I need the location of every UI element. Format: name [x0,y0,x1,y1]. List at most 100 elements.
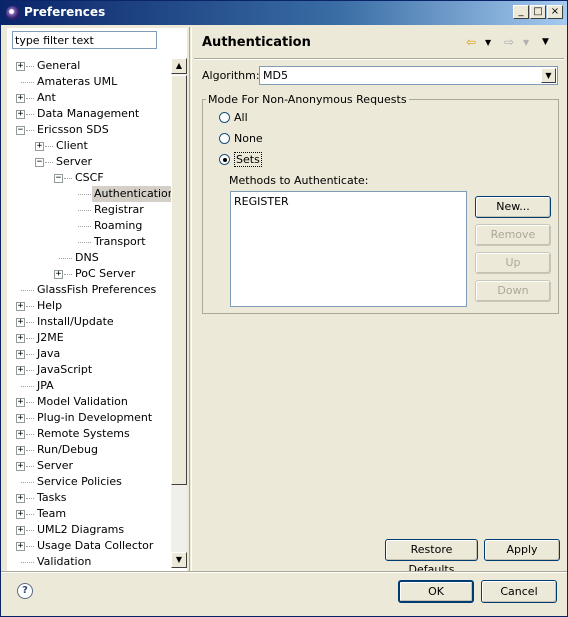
tree-item[interactable]: JPA [7,378,171,394]
radio-button[interactable] [219,112,230,123]
tree-item[interactable]: + PoC Server [7,266,171,282]
tree-item[interactable]: + Plug-in Development [7,410,171,426]
tree-connector [26,98,34,99]
help-icon[interactable]: ? [17,583,33,599]
tree-item-label: Transport [94,235,146,248]
tree-item[interactable]: Authentication [7,186,171,202]
tree-item[interactable]: + Team [7,506,171,522]
up-button[interactable]: Up [475,252,551,274]
tree-connector [26,370,34,371]
expand-icon[interactable]: + [16,62,25,71]
tree-item[interactable]: + Client [7,138,171,154]
expand-icon[interactable]: + [16,94,25,103]
tree-item[interactable]: − CSCF [7,170,171,186]
tree-item[interactable]: DNS [7,250,171,266]
ok-button[interactable]: OK [398,580,474,603]
tree-item-label: Ericsson SDS [37,123,109,136]
expand-icon[interactable]: + [16,510,25,519]
tree-item[interactable]: Roaming [7,218,171,234]
maximize-button[interactable]: □ [530,5,546,19]
tree-item[interactable]: + JavaScript [7,362,171,378]
tree-connector [26,322,34,323]
down-button[interactable]: Down [475,280,551,302]
sash[interactable] [189,27,192,572]
expand-icon[interactable]: + [16,366,25,375]
cancel-button[interactable]: Cancel [481,580,557,603]
tree-item[interactable]: − Server [7,154,171,170]
tree-item[interactable]: Validation [7,554,171,568]
collapse-icon[interactable]: − [54,174,63,183]
tree-item[interactable]: + J2ME [7,330,171,346]
tree-item[interactable]: + Ant [7,90,171,106]
radio-button[interactable] [219,154,230,165]
radio-button[interactable] [219,133,230,144]
remove-button[interactable]: Remove [475,224,551,246]
apply-button[interactable]: Apply [484,539,560,561]
tree-item-label: General [37,59,81,72]
tree-item[interactable]: + Help [7,298,171,314]
expand-icon[interactable]: + [16,526,25,535]
tree-item[interactable]: + Data Management [7,106,171,122]
expand-icon[interactable]: + [35,142,44,151]
expand-icon[interactable]: + [16,302,25,311]
tree-connector [26,514,34,515]
restore-defaults-button[interactable]: Restore Defaults [385,539,478,576]
minimize-button[interactable]: _ [513,5,529,19]
tree-item[interactable]: + Model Validation [7,394,171,410]
expand-icon[interactable]: + [16,494,25,503]
scroll-down-icon[interactable]: ▼ [171,552,187,568]
tree-item[interactable]: − Ericsson SDS [7,122,171,138]
expand-icon[interactable]: + [16,414,25,423]
tree-item[interactable]: Service Policies [7,474,171,490]
new-button[interactable]: New... [475,196,551,218]
view-menu-icon[interactable]: ▼ [542,37,549,47]
close-button[interactable]: × [547,5,563,19]
list-item[interactable]: REGISTER [234,195,289,208]
tree-item-label: JPA [37,379,54,392]
tree-item[interactable]: + General [7,58,171,74]
tree-scrollbar[interactable]: ▲ ▼ [171,58,187,568]
expand-icon[interactable]: + [16,446,25,455]
left-panel: + General Amateras UML + Ant + Data Management… [7,28,187,571]
back-menu-icon[interactable]: ▼ [485,38,491,47]
expand-icon[interactable]: + [16,350,25,359]
tree-item[interactable]: + Install/Update [7,314,171,330]
tree-item[interactable]: + Tasks [7,490,171,506]
forward-icon[interactable]: ⇨ [504,35,514,49]
expand-icon[interactable]: + [16,430,25,439]
collapse-icon[interactable]: − [16,126,25,135]
tree-item[interactable]: Transport [7,234,171,250]
tree-item[interactable]: + Run/Debug [7,442,171,458]
tree-item[interactable]: Amateras UML [7,74,171,90]
methods-list[interactable]: REGISTER [230,191,467,307]
tree-item-label: Run/Debug [37,443,98,456]
title-bar[interactable]: Preferences _ □ × [1,1,567,25]
tree-item[interactable]: + Remote Systems [7,426,171,442]
tree-item[interactable]: + UML2 Diagrams [7,522,171,538]
expand-icon[interactable]: + [16,398,25,407]
scroll-up-icon[interactable]: ▲ [171,58,187,74]
tree-item-label: Usage Data Collector [37,539,154,552]
tree-connector [26,466,34,467]
tree-item[interactable]: + Usage Data Collector [7,538,171,554]
tree-item[interactable]: Registrar [7,202,171,218]
expand-icon[interactable]: + [16,542,25,551]
chevron-down-icon[interactable]: ▼ [541,68,556,83]
scroll-thumb[interactable] [171,75,187,485]
tree-item-label: Authentication [92,186,171,202]
expand-icon[interactable]: + [54,270,63,279]
tree-item[interactable]: + Server [7,458,171,474]
algorithm-value: MD5 [263,69,288,82]
tree-connector [21,386,34,387]
collapse-icon[interactable]: − [35,158,44,167]
expand-icon[interactable]: + [16,462,25,471]
tree-item[interactable]: + Java [7,346,171,362]
back-icon[interactable]: ⇦ [466,35,476,49]
forward-menu-icon[interactable]: ▼ [523,38,529,47]
expand-icon[interactable]: + [16,110,25,119]
expand-icon[interactable]: + [16,334,25,343]
filter-input[interactable] [12,31,157,49]
expand-icon[interactable]: + [16,318,25,327]
algorithm-select[interactable]: MD5 ▼ [259,66,558,85]
tree-item[interactable]: GlassFish Preferences [7,282,171,298]
